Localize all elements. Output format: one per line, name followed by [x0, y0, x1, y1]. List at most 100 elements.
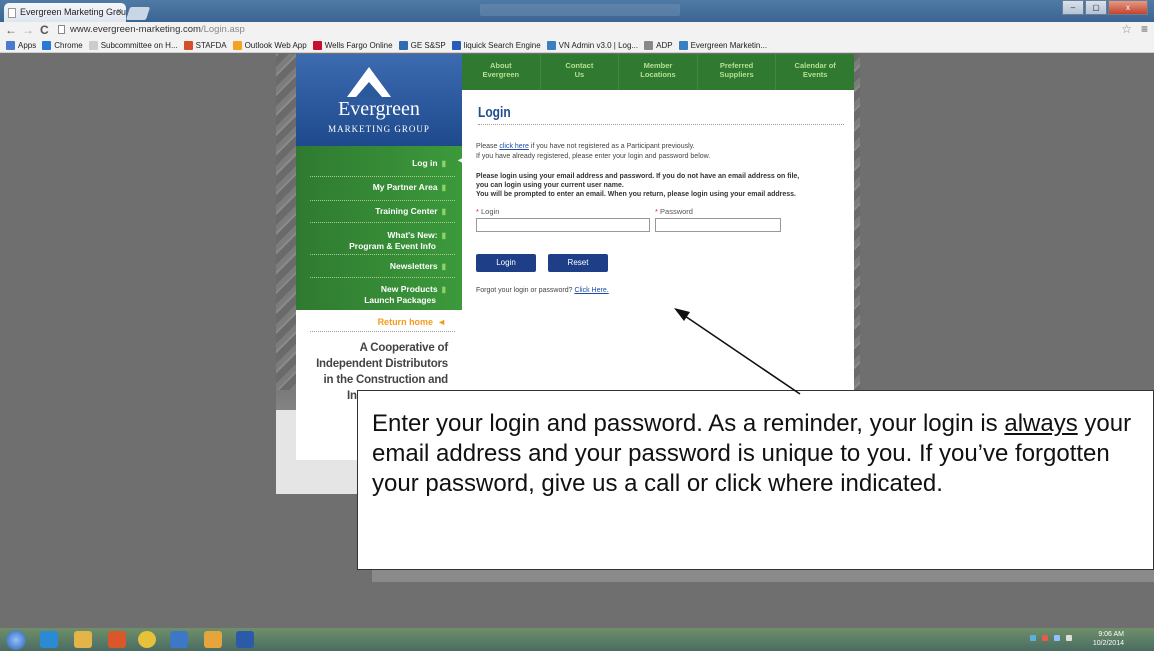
forward-button[interactable]: → [22, 23, 34, 37]
title-divider [478, 124, 844, 125]
window-controls: – ▢ x [1062, 0, 1148, 15]
new-tab-button[interactable] [125, 7, 151, 20]
bookmark-item[interactable]: liquick Search Engine [451, 40, 541, 50]
forgot-link[interactable]: Click Here. [574, 287, 608, 294]
bookmarks-bar: Apps Chrome Subcommittee on H... STAFDA Outl… [0, 38, 1154, 53]
file-explorer-icon[interactable] [74, 631, 92, 648]
side-menu: Log in ▮ My Partner Area ▮ Training Center… [296, 146, 462, 310]
password-input[interactable] [655, 218, 781, 232]
bookmark-item[interactable]: GE S&SP [398, 40, 446, 50]
logo[interactable]: Evergreen MARKETING GROUP [296, 54, 462, 146]
chrome-icon[interactable] [138, 631, 156, 648]
side-menu-partner-area[interactable]: My Partner Area ▮ [296, 182, 446, 193]
tray-flag-icon[interactable] [1054, 635, 1060, 641]
media-player-icon[interactable] [108, 631, 126, 648]
address-bar[interactable]: www.evergreen-marketing.com/Login.asp [58, 23, 1138, 37]
side-menu-login[interactable]: Log in ▮ [296, 158, 446, 169]
login-button[interactable]: Login [476, 254, 536, 272]
clock[interactable]: 9:06 AM 10/2/2014 [1093, 630, 1124, 648]
bookmark-icon [6, 40, 15, 50]
bookmark-item[interactable]: STAFDA [183, 40, 227, 50]
bookmark-item[interactable]: Subcommittee on H... [88, 40, 178, 50]
register-link[interactable]: click here [499, 143, 529, 150]
bookmark-item[interactable]: Outlook Web App [232, 40, 307, 50]
start-button-icon[interactable] [6, 630, 26, 650]
tab-title: Evergreen Marketing Grou [20, 7, 126, 17]
top-nav-calendar[interactable]: Calendar of Events [776, 54, 854, 90]
bookmark-icon [312, 40, 322, 50]
email-notice-line3: You will be prompted to enter an email. … [476, 191, 796, 198]
tab-close-icon[interactable]: × [117, 6, 122, 16]
bookmark-item[interactable]: Evergreen Marketin... [678, 40, 767, 50]
bookmark-item[interactable]: VN Admin v3.0 | Log... [546, 40, 638, 50]
people-icon[interactable] [170, 631, 188, 648]
internet-explorer-icon[interactable] [40, 631, 58, 648]
tray-volume-icon[interactable] [1066, 635, 1072, 641]
tray-network-icon[interactable] [1030, 635, 1036, 641]
side-menu-newsletters[interactable]: Newsletters ▮ [296, 261, 446, 272]
bookmark-item[interactable]: ADP [644, 40, 673, 50]
top-nav: About Evergreen Contact Us Member Locations… [462, 54, 854, 90]
side-menu-whats-new[interactable]: What's New: ▮ Program & Event Info [296, 230, 446, 251]
logo-subtitle: MARKETING GROUP [328, 124, 430, 134]
top-nav-member-locations[interactable]: Member Locations [619, 54, 698, 90]
menu-divider [310, 176, 455, 177]
top-nav-contact[interactable]: Contact Us [541, 54, 620, 90]
arrow-icon: ▮ [441, 262, 446, 271]
bookmark-icon [232, 40, 242, 50]
login-label: * Login [476, 207, 500, 216]
return-home-link[interactable]: Return home ◄ [296, 317, 446, 327]
browser-tabstrip: Evergreen Marketing Grou × – ▢ x [0, 0, 1154, 22]
menu-divider [310, 254, 455, 255]
bookmark-item[interactable]: Apps [6, 40, 36, 50]
bookmark-icon [644, 40, 654, 50]
bookmark-item[interactable]: Wells Fargo Online [312, 40, 393, 50]
instructions-text: If you have already registered, please e… [476, 153, 711, 160]
callout-shadow [372, 570, 1154, 582]
bookmark-star-icon[interactable]: ☆ [1121, 22, 1132, 36]
password-label: * Password [655, 207, 693, 216]
login-input[interactable] [476, 218, 650, 232]
bookmark-icon [42, 40, 52, 50]
folder-icon[interactable] [204, 631, 222, 648]
browser-tab[interactable]: Evergreen Marketing Grou × [4, 3, 126, 22]
side-menu-new-products[interactable]: New Products ▮ Launch Packages [296, 284, 446, 305]
callout-text: Enter your login and password. As a remi… [372, 410, 1132, 497]
instruction-callout: Enter your login and password. As a remi… [357, 390, 1154, 570]
callout-emphasis: always [1004, 410, 1078, 437]
forgot-text: Forgot your login or password? Click Her… [476, 287, 609, 294]
word-icon[interactable] [236, 631, 254, 648]
email-notice-line1: Please login using your email address an… [476, 173, 800, 180]
bookmark-item[interactable]: Chrome [42, 40, 83, 50]
menu-divider [310, 222, 455, 223]
url-path: /Login.asp [200, 24, 245, 35]
tray-alert-icon[interactable] [1042, 635, 1048, 641]
arrow-icon: ▮ [441, 231, 446, 240]
browser-menu-icon[interactable]: ≡ [1141, 22, 1148, 36]
register-text: Please click here if you have not regist… [476, 143, 695, 150]
maximize-button[interactable]: ▢ [1085, 0, 1107, 15]
screen: { "browser": { "tab_title": "Evergreen M… [0, 0, 1154, 651]
bookmark-icon [451, 40, 461, 50]
close-window-button[interactable]: x [1108, 0, 1148, 15]
menu-divider [310, 200, 455, 201]
url-host: www.evergreen-marketing.com [70, 24, 201, 35]
divider [310, 331, 455, 332]
logo-inner-triangle [356, 82, 382, 97]
top-nav-about[interactable]: About Evergreen [462, 54, 541, 90]
reload-button[interactable]: C [40, 23, 49, 37]
arrow-left-icon: ◄ [437, 317, 446, 327]
reset-button[interactable]: Reset [548, 254, 608, 272]
top-nav-preferred-suppliers[interactable]: Preferred Suppliers [698, 54, 777, 90]
side-menu-training-center[interactable]: Training Center ▮ [296, 206, 446, 217]
minimize-button[interactable]: – [1062, 0, 1084, 15]
arrow-icon: ▮ [441, 207, 446, 216]
bookmark-icon [678, 40, 688, 50]
page-favicon-icon [8, 8, 16, 18]
menu-divider [310, 277, 455, 278]
bookmark-icon [88, 40, 98, 50]
window-caption [480, 4, 680, 16]
arrow-icon: ▮ [441, 183, 446, 192]
taskbar: 9:06 AM 10/2/2014 [0, 628, 1154, 651]
back-button[interactable]: ← [5, 23, 17, 37]
